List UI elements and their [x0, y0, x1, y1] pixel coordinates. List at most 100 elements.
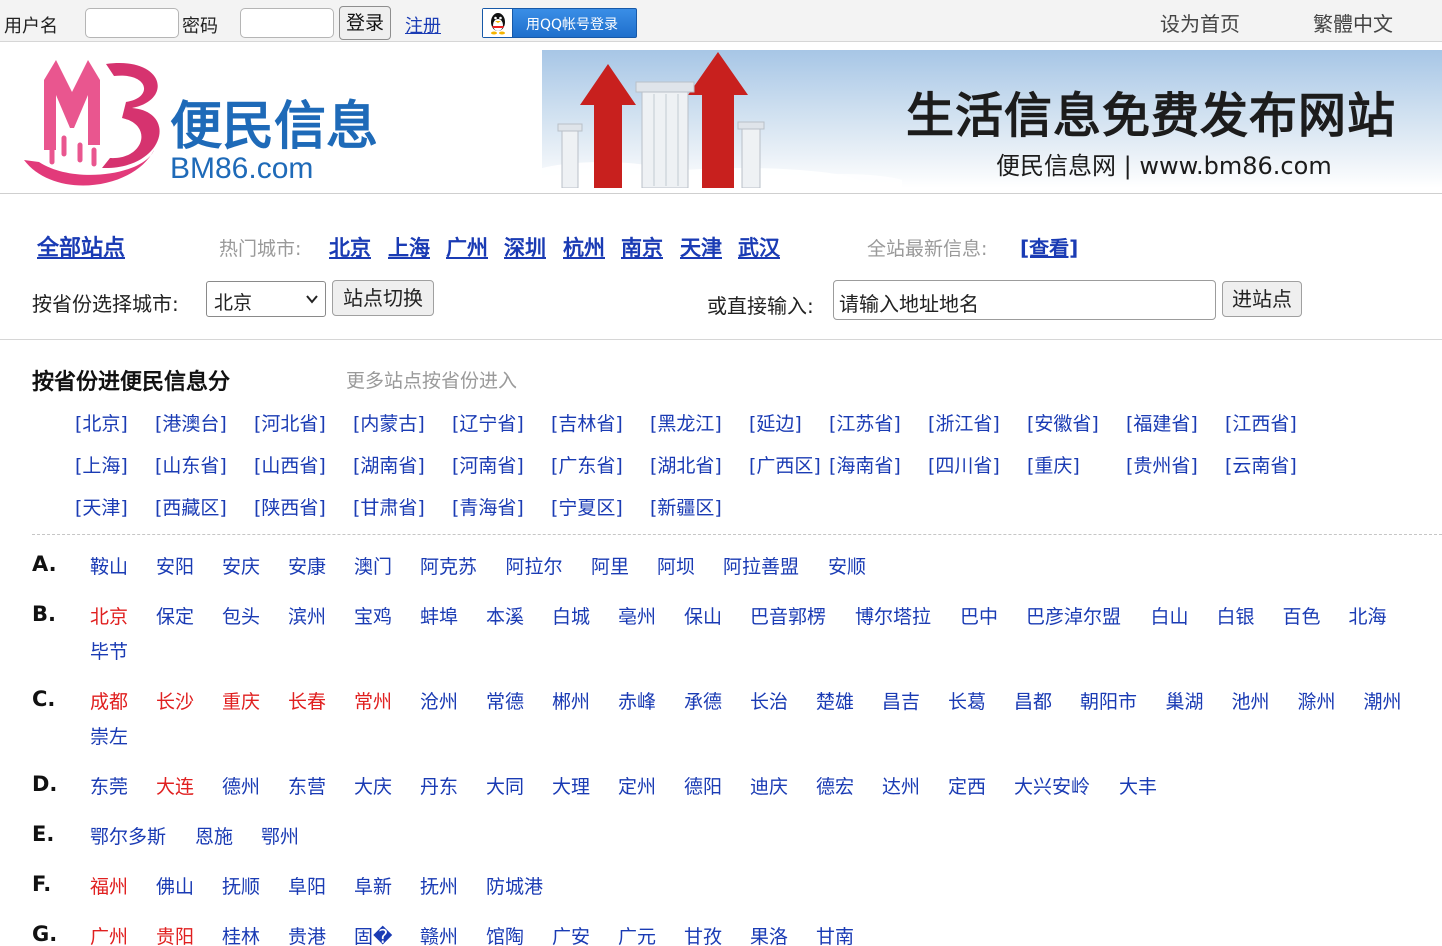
city-link[interactable]: 定州 — [618, 772, 656, 799]
city-link[interactable]: 亳州 — [618, 602, 656, 629]
province-link[interactable]: [广东省] — [551, 451, 623, 478]
hot-city-link[interactable]: 广州 — [446, 232, 488, 262]
province-select[interactable]: 北京 — [206, 281, 326, 317]
banner-ad[interactable]: 生活信息免费发布网站 便民信息网 | www.bm86.com — [542, 50, 1442, 188]
city-link[interactable]: 沧州 — [420, 687, 458, 714]
city-link[interactable]: 鄂州 — [261, 822, 299, 849]
city-link[interactable]: 阜新 — [354, 872, 392, 899]
password-input[interactable] — [240, 8, 334, 38]
hot-city-link[interactable]: 武汉 — [738, 232, 780, 262]
city-link[interactable]: 北海 — [1349, 602, 1387, 629]
city-link[interactable]: 安阳 — [156, 552, 194, 579]
city-link[interactable]: 德宏 — [816, 772, 854, 799]
province-link[interactable]: [广西区] — [749, 451, 821, 478]
city-link[interactable]: 广元 — [618, 922, 656, 946]
traditional-chinese-link[interactable]: 繁體中文 — [1313, 8, 1393, 37]
city-link[interactable]: 大兴安岭 — [1014, 772, 1090, 799]
city-link[interactable]: 蚌埠 — [420, 602, 458, 629]
city-link[interactable]: 甘孜 — [684, 922, 722, 946]
city-link[interactable]: 白城 — [552, 602, 590, 629]
city-link[interactable]: 广安 — [552, 922, 590, 946]
city-link[interactable]: 百色 — [1283, 602, 1321, 629]
province-link[interactable]: [海南省] — [829, 451, 901, 478]
city-link[interactable]: 阜阳 — [288, 872, 326, 899]
province-link[interactable]: [上海] — [75, 451, 128, 478]
city-link[interactable]: 东营 — [288, 772, 326, 799]
province-link[interactable]: [天津] — [75, 493, 128, 520]
city-link[interactable]: 毕节 — [90, 637, 128, 664]
city-link[interactable]: 本溪 — [486, 602, 524, 629]
city-link[interactable]: 阿克苏 — [420, 552, 477, 579]
province-link[interactable]: [贵州省] — [1126, 451, 1198, 478]
set-homepage-link[interactable]: 设为首页 — [1160, 8, 1240, 37]
hot-city-link[interactable]: 南京 — [621, 232, 663, 262]
province-link[interactable]: [安徽省] — [1027, 409, 1099, 436]
city-link[interactable]: 巴彦淖尔盟 — [1026, 602, 1121, 629]
city-link[interactable]: 贵阳 — [156, 922, 194, 946]
city-link[interactable]: 长春 — [288, 687, 326, 714]
city-link[interactable]: 福州 — [90, 872, 128, 899]
city-link[interactable]: 达州 — [882, 772, 920, 799]
city-link[interactable]: 白银 — [1217, 602, 1255, 629]
province-link[interactable]: [福建省] — [1126, 409, 1198, 436]
province-link[interactable]: [陕西省] — [254, 493, 326, 520]
province-link[interactable]: [宁夏区] — [551, 493, 623, 520]
province-link[interactable]: [吉林省] — [551, 409, 623, 436]
city-link[interactable]: 桂林 — [222, 922, 260, 946]
city-link[interactable]: 德州 — [222, 772, 260, 799]
city-link[interactable]: 广州 — [90, 922, 128, 946]
city-link[interactable]: 博尔塔拉 — [855, 602, 931, 629]
city-link[interactable]: 大连 — [156, 772, 194, 799]
province-link[interactable]: [湖南省] — [353, 451, 425, 478]
province-link[interactable]: [江西省] — [1225, 409, 1297, 436]
province-link[interactable]: [山西省] — [254, 451, 326, 478]
address-input[interactable]: 请输入地址地名 — [833, 280, 1216, 320]
city-link[interactable]: 固� — [354, 922, 392, 946]
city-link[interactable]: 阿拉善盟 — [723, 552, 799, 579]
city-link[interactable]: 保山 — [684, 602, 722, 629]
city-link[interactable]: 楚雄 — [816, 687, 854, 714]
city-link[interactable]: 澳门 — [354, 552, 392, 579]
city-link[interactable]: 昌都 — [1014, 687, 1052, 714]
city-link[interactable]: 大理 — [552, 772, 590, 799]
hot-city-link[interactable]: 深圳 — [504, 232, 546, 262]
city-link[interactable]: 安庆 — [222, 552, 260, 579]
province-link[interactable]: [青海省] — [452, 493, 524, 520]
province-link[interactable]: [港澳台] — [155, 409, 227, 436]
province-link[interactable]: [江苏省] — [829, 409, 901, 436]
city-link[interactable]: 长治 — [750, 687, 788, 714]
username-input[interactable] — [85, 8, 179, 38]
city-link[interactable]: 鄂尔多斯 — [90, 822, 166, 849]
city-link[interactable]: 巢湖 — [1166, 687, 1204, 714]
city-link[interactable]: 佛山 — [156, 872, 194, 899]
city-link[interactable]: 保定 — [156, 602, 194, 629]
city-link[interactable]: 阿坝 — [657, 552, 695, 579]
city-link[interactable]: 果洛 — [750, 922, 788, 946]
city-link[interactable]: 馆陶 — [486, 922, 524, 946]
province-link[interactable]: [黑龙江] — [650, 409, 722, 436]
city-link[interactable]: 甘南 — [816, 922, 854, 946]
city-link[interactable]: 滨州 — [288, 602, 326, 629]
city-link[interactable]: 大庆 — [354, 772, 392, 799]
city-link[interactable]: 常德 — [486, 687, 524, 714]
city-link[interactable]: 贵港 — [288, 922, 326, 946]
province-link[interactable]: [山东省] — [155, 451, 227, 478]
city-link[interactable]: 常州 — [354, 687, 392, 714]
province-link[interactable]: [湖北省] — [650, 451, 722, 478]
province-link[interactable]: [甘肃省] — [353, 493, 425, 520]
city-link[interactable]: 大同 — [486, 772, 524, 799]
city-link[interactable]: 包头 — [222, 602, 260, 629]
city-link[interactable]: 白山 — [1151, 602, 1189, 629]
hot-city-link[interactable]: 北京 — [329, 232, 371, 262]
city-link[interactable]: 池州 — [1232, 687, 1270, 714]
city-link[interactable]: 郴州 — [552, 687, 590, 714]
city-link[interactable]: 鞍山 — [90, 552, 128, 579]
province-link[interactable]: [新疆区] — [650, 493, 722, 520]
city-link[interactable]: 巴音郭楞 — [750, 602, 826, 629]
city-link[interactable]: 赣州 — [420, 922, 458, 946]
city-link[interactable]: 大丰 — [1119, 772, 1157, 799]
city-link[interactable]: 重庆 — [222, 687, 260, 714]
enter-site-button[interactable]: 进站点 — [1222, 281, 1302, 317]
latest-info-view-link[interactable]: [查看] — [1020, 232, 1078, 261]
city-link[interactable]: 定西 — [948, 772, 986, 799]
